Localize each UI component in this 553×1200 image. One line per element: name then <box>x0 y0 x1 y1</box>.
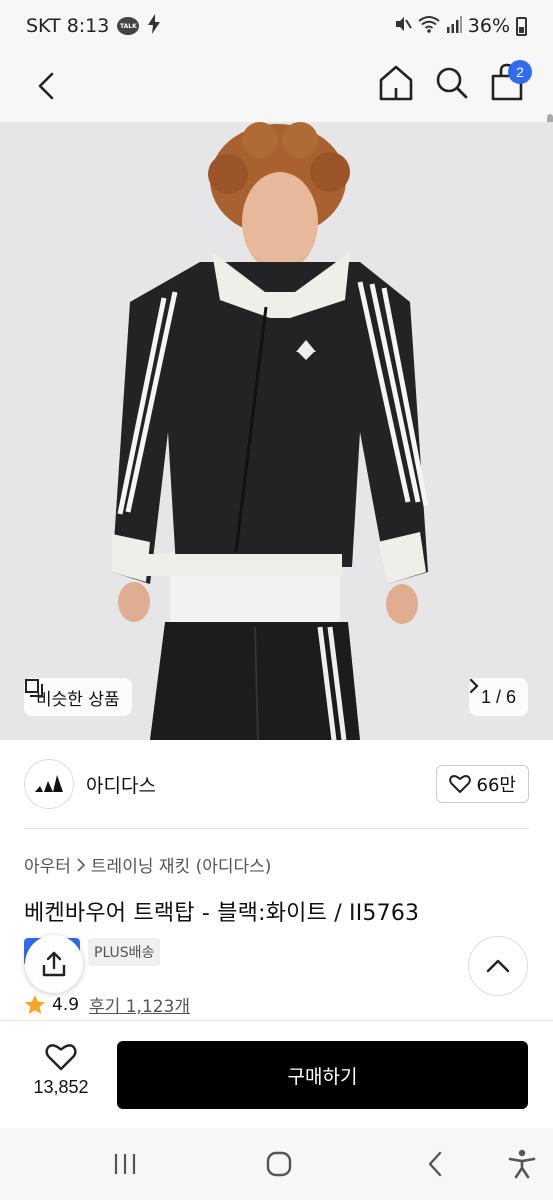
recent-apps-icon <box>114 1154 136 1174</box>
chevron-up-icon <box>486 959 510 973</box>
cart-button[interactable]: 2 <box>490 60 532 106</box>
breadcrumb-root[interactable]: 아우터 <box>24 852 71 877</box>
search-button[interactable] <box>434 64 470 106</box>
back-button[interactable] <box>28 68 64 104</box>
home-icon <box>379 65 413 101</box>
rating-row: 4.9 후기 1,123개 <box>24 992 190 1017</box>
cart-count-badge: 2 <box>508 60 532 84</box>
home-button[interactable] <box>378 64 414 106</box>
accessibility-button[interactable] <box>505 1148 539 1180</box>
image-pager-label: 1 / 6 <box>480 686 516 707</box>
similar-products-button[interactable]: 비슷한 상품 <box>24 678 132 716</box>
chevron-right-icon <box>77 857 85 872</box>
image-pager-button[interactable]: 1 / 6 <box>468 678 528 716</box>
product-image-carousel[interactable]: 비슷한 상품 1 / 6 <box>0 122 553 740</box>
signal-icon <box>446 15 462 38</box>
recent-apps-button[interactable] <box>110 1148 140 1180</box>
wishlist-button[interactable]: 13,852 <box>22 1043 100 1098</box>
review-count-link[interactable]: 후기 1,123개 <box>89 992 190 1017</box>
talk-icon: TALK <box>117 17 140 35</box>
breadcrumb-child[interactable]: 트레이닝 재킷 (아디다스) <box>91 852 271 877</box>
search-icon <box>436 67 468 99</box>
divider <box>24 828 529 829</box>
copy-icon <box>25 679 43 697</box>
brand-row[interactable]: 아디다스 66만 <box>0 740 553 828</box>
chevron-left-icon <box>38 72 54 100</box>
chevron-right-icon <box>469 678 479 694</box>
brand-like-button[interactable]: 66만 <box>435 765 529 803</box>
purchase-bar: 13,852 구매하기 <box>0 1020 553 1128</box>
heart-icon <box>448 775 471 793</box>
status-bar: SKT 8:13 TALK 36% <box>0 0 553 52</box>
heart-icon <box>45 1044 77 1071</box>
home-nav-button[interactable] <box>264 1148 294 1180</box>
breadcrumb: 아우터 트레이닝 재킷 (아디다스) <box>24 852 271 877</box>
carrier-time: SKT 8:13 <box>26 15 110 37</box>
system-nav-bar <box>0 1128 553 1200</box>
accessibility-icon <box>508 1149 536 1179</box>
back-nav-button[interactable] <box>420 1148 450 1180</box>
brand-name[interactable]: 아디다스 <box>86 771 156 798</box>
share-button[interactable] <box>25 935 83 993</box>
share-icon <box>42 951 66 977</box>
buy-button[interactable]: 구매하기 <box>117 1041 528 1109</box>
wifi-icon <box>418 15 440 38</box>
star-icon <box>25 994 45 1014</box>
product-photo <box>0 122 553 740</box>
mute-icon <box>394 15 412 38</box>
product-title: 베켄바우어 트랙탑 - 블랙:화이트 / II5763 <box>24 901 420 926</box>
charging-icon <box>147 13 161 39</box>
adidas-logo-icon <box>35 775 63 792</box>
scroll-top-button[interactable] <box>468 936 528 996</box>
wishlist-count: 13,852 <box>33 1077 89 1097</box>
brand-logo[interactable] <box>24 759 74 809</box>
app-bar: 2 <box>0 52 553 162</box>
brand-like-count: 66만 <box>476 775 516 796</box>
similar-products-label: 비슷한 상품 <box>36 689 120 710</box>
battery-percent: 36% <box>467 15 510 37</box>
chevron-left-icon <box>428 1151 442 1177</box>
rating-value: 4.9 <box>52 994 80 1015</box>
plus-delivery-badge: PLUS배송 <box>88 938 161 966</box>
home-circle-icon <box>266 1151 292 1177</box>
battery-icon <box>516 16 527 36</box>
